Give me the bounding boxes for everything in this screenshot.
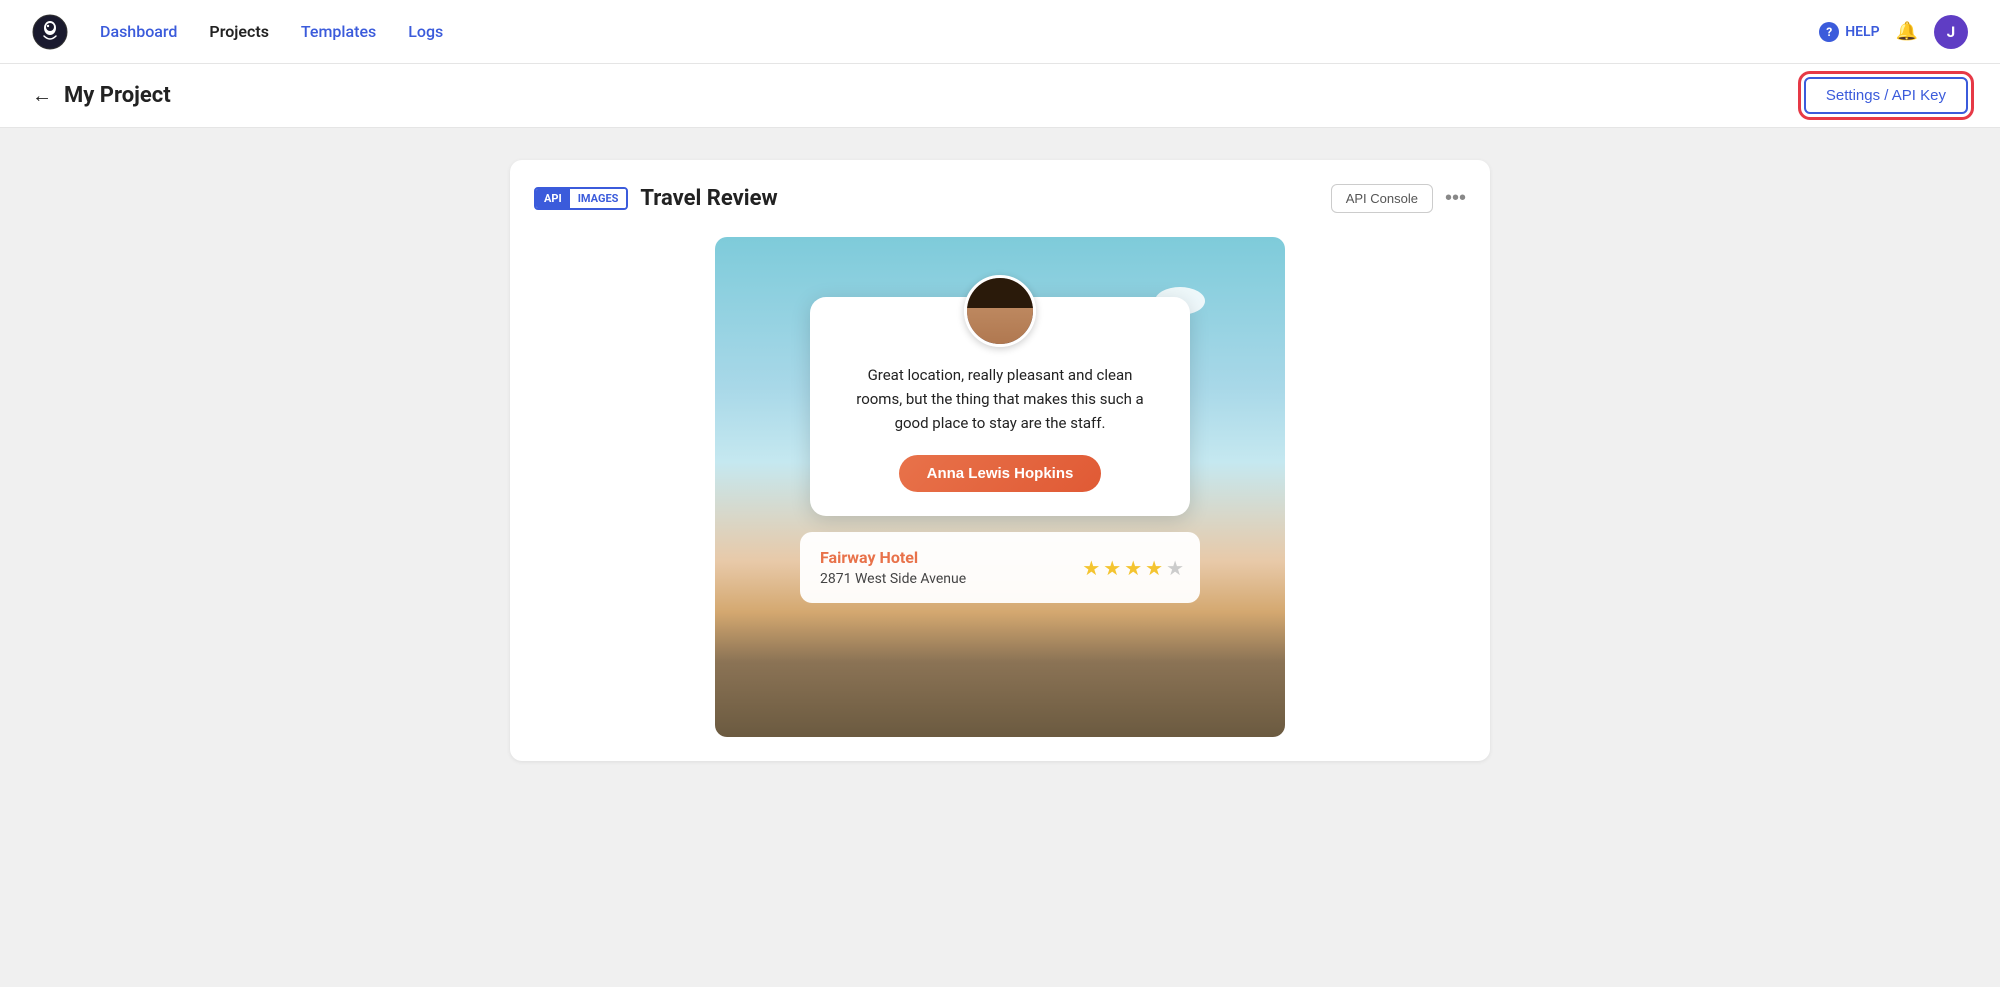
card-title: Travel Review bbox=[640, 186, 777, 211]
reviewer-avatar-wrapper bbox=[846, 275, 1154, 347]
nav-projects[interactable]: Projects bbox=[209, 22, 269, 41]
navbar: Dashboard Projects Templates Logs ? HELP… bbox=[0, 0, 2000, 64]
nav-templates[interactable]: Templates bbox=[301, 22, 376, 41]
card-header-right: API Console ••• bbox=[1331, 184, 1466, 213]
review-text: Great location, really pleasant and clea… bbox=[846, 363, 1154, 435]
star-4: ★ bbox=[1145, 556, 1163, 580]
main-content: API IMAGES Travel Review API Console ••• bbox=[0, 128, 2000, 987]
star-2: ★ bbox=[1103, 556, 1121, 580]
back-arrow-icon[interactable]: ← bbox=[32, 83, 52, 108]
bell-icon[interactable]: 🔔 bbox=[1896, 21, 1918, 42]
star-3: ★ bbox=[1124, 556, 1142, 580]
badge-images: IMAGES bbox=[570, 189, 627, 208]
badge-group: API IMAGES bbox=[534, 187, 628, 210]
back-title: ← My Project bbox=[32, 83, 171, 108]
hotel-card: Fairway Hotel 2871 West Side Avenue ★ ★ … bbox=[800, 532, 1200, 603]
settings-api-key-button[interactable]: Settings / API Key bbox=[1804, 77, 1968, 114]
user-avatar[interactable]: J bbox=[1934, 15, 1968, 49]
help-icon: ? bbox=[1819, 22, 1839, 42]
nav-links: Dashboard Projects Templates Logs bbox=[100, 22, 1819, 41]
nav-dashboard[interactable]: Dashboard bbox=[100, 22, 177, 41]
background-scene: Great location, really pleasant and clea… bbox=[715, 237, 1285, 737]
more-options-button[interactable]: ••• bbox=[1445, 187, 1466, 210]
page-title: My Project bbox=[64, 83, 171, 108]
logo bbox=[32, 14, 68, 50]
nav-logs[interactable]: Logs bbox=[408, 22, 443, 41]
reviewer-avatar bbox=[964, 275, 1036, 347]
api-console-button[interactable]: API Console bbox=[1331, 184, 1433, 213]
preview-image: Great location, really pleasant and clea… bbox=[715, 237, 1285, 737]
help-button[interactable]: ? HELP bbox=[1819, 22, 1879, 42]
review-card: Great location, really pleasant and clea… bbox=[810, 297, 1190, 516]
card-header-left: API IMAGES Travel Review bbox=[534, 186, 778, 211]
star-1: ★ bbox=[1082, 556, 1100, 580]
star-5: ★ bbox=[1166, 556, 1184, 580]
avatar-hair bbox=[967, 278, 1033, 308]
help-label: HELP bbox=[1845, 24, 1879, 40]
preview-container: Great location, really pleasant and clea… bbox=[534, 237, 1466, 737]
hotel-rating: ★ ★ ★ ★ ★ bbox=[1082, 556, 1184, 580]
card-header: API IMAGES Travel Review API Console ••• bbox=[534, 184, 1466, 213]
badge-api: API bbox=[536, 189, 570, 208]
avatar-face bbox=[967, 278, 1033, 344]
project-card: API IMAGES Travel Review API Console ••• bbox=[510, 160, 1490, 761]
reviewer-name-button[interactable]: Anna Lewis Hopkins bbox=[899, 455, 1102, 492]
page-header: ← My Project Settings / API Key bbox=[0, 64, 2000, 128]
navbar-right: ? HELP 🔔 J bbox=[1819, 15, 1968, 49]
